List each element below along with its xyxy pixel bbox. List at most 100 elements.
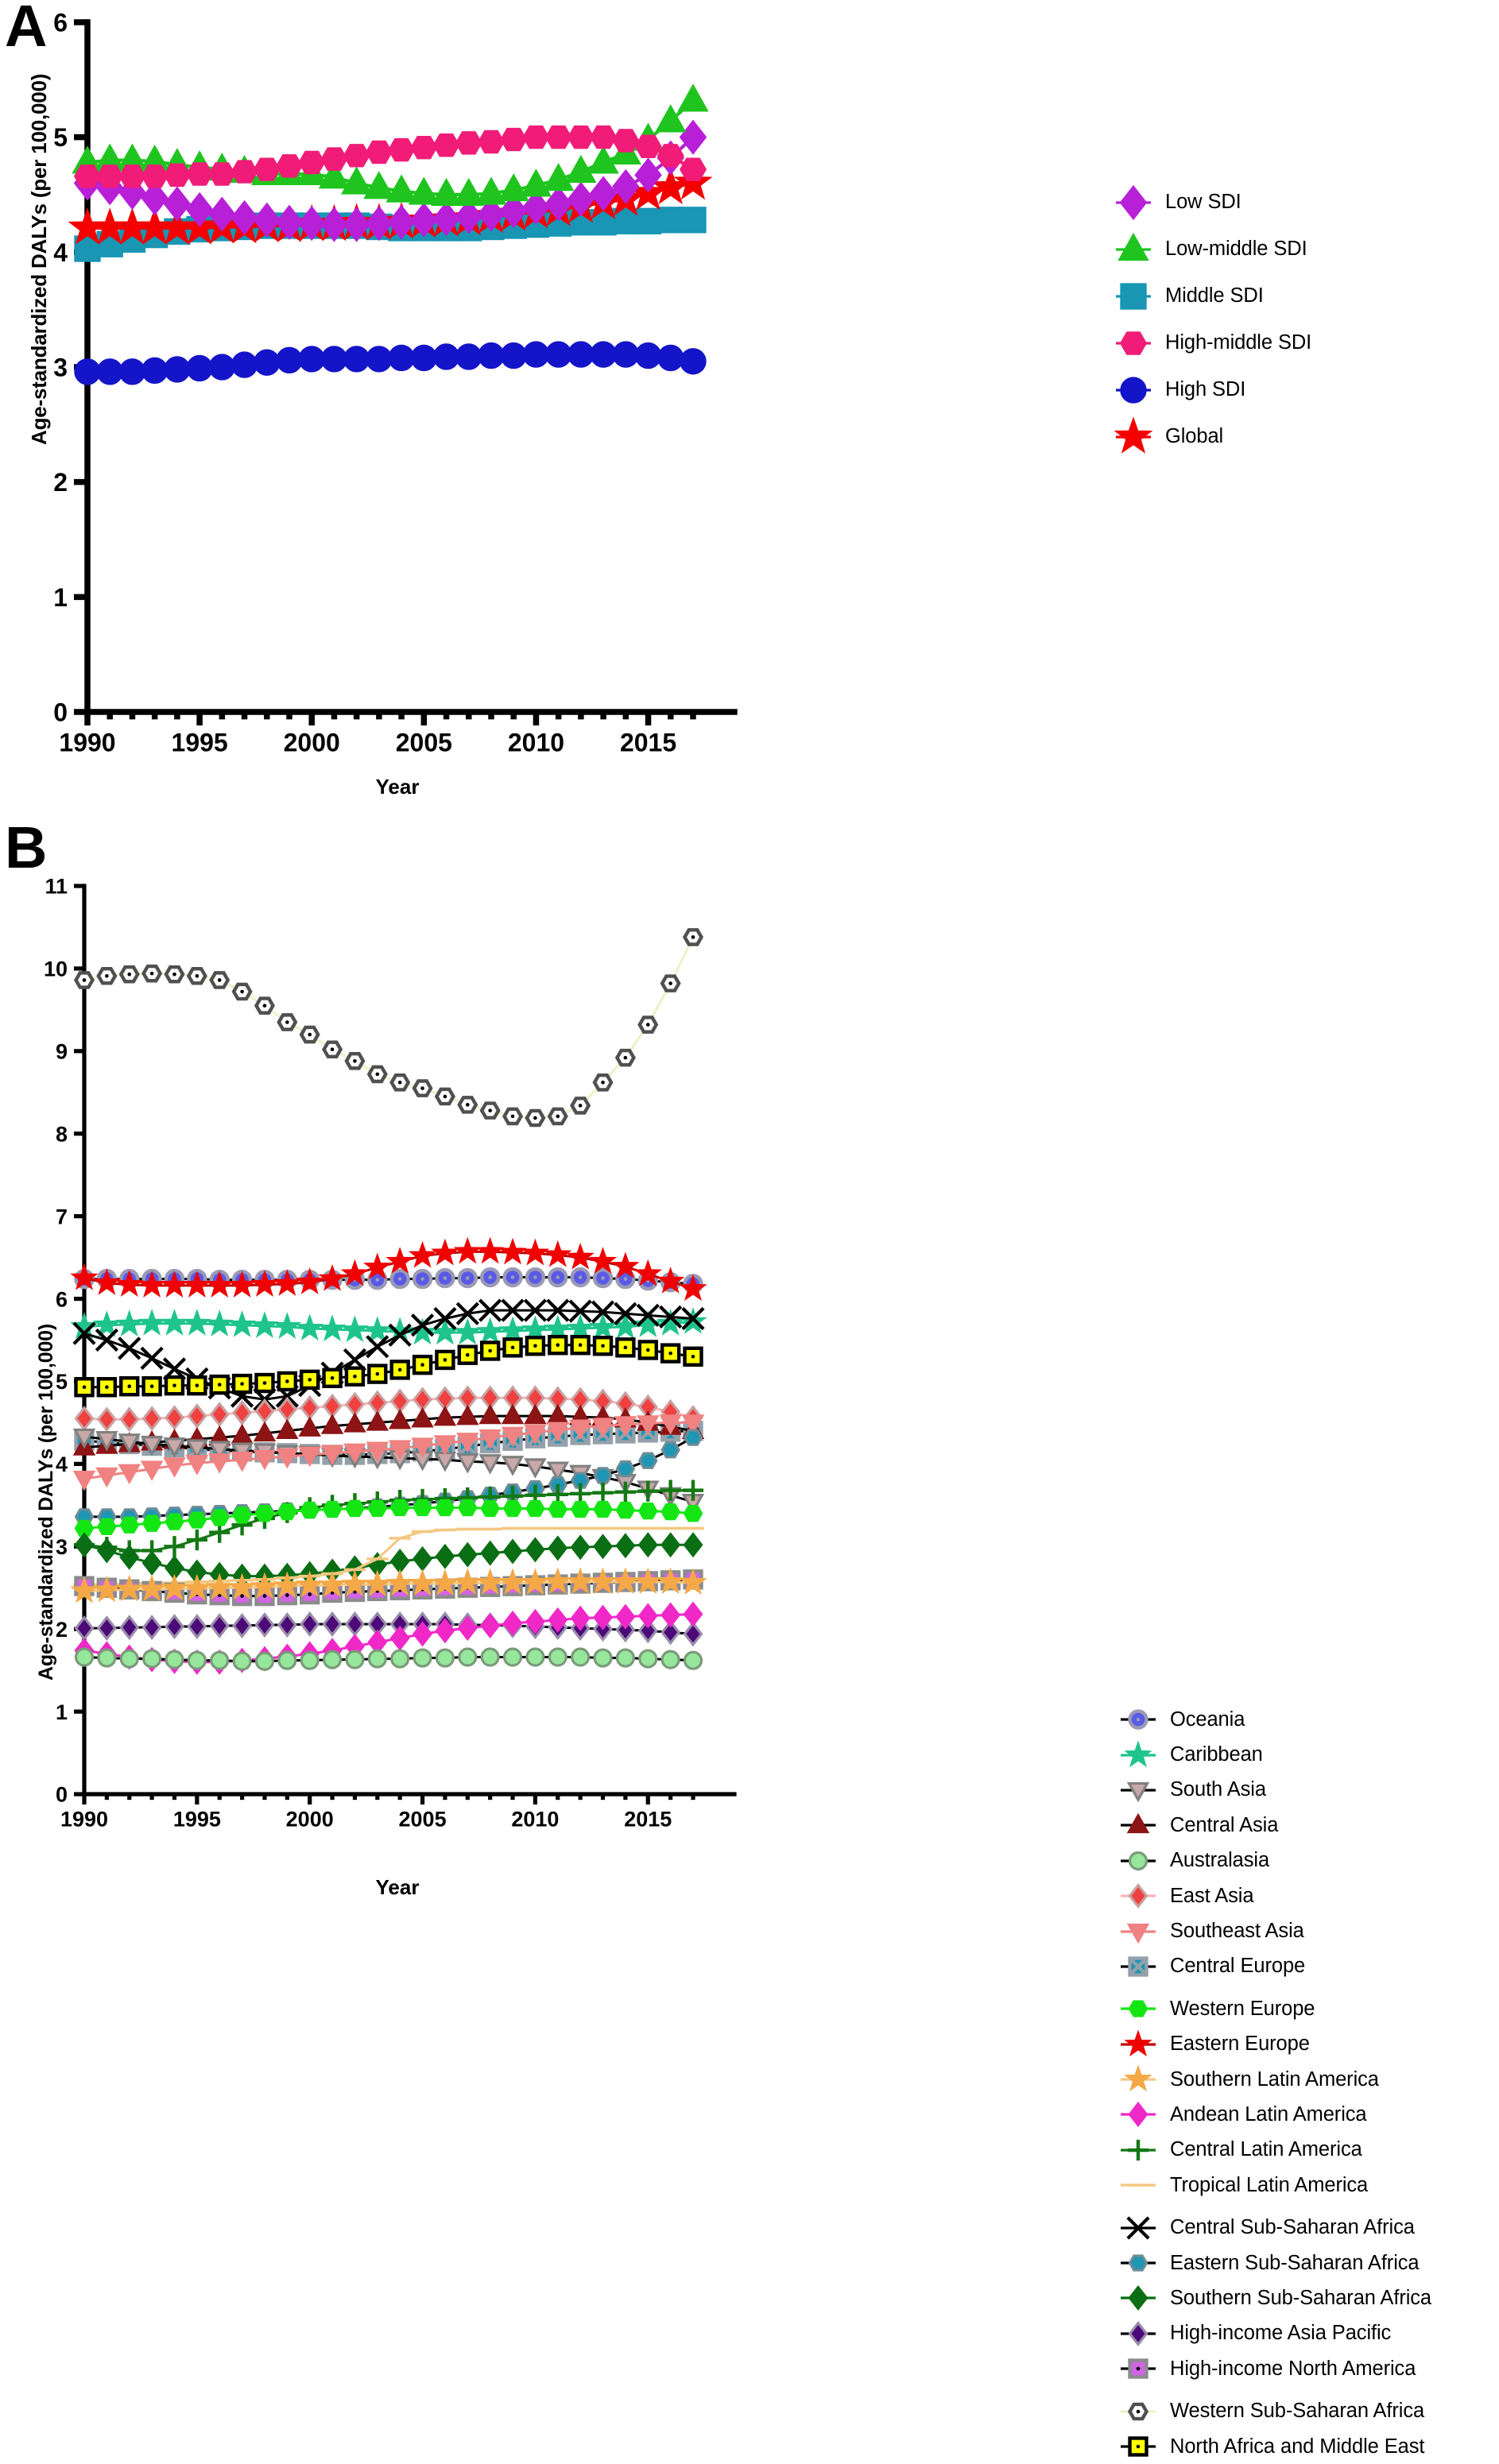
star5-icon bbox=[1117, 2064, 1162, 2093]
svg-text:2005: 2005 bbox=[396, 729, 452, 757]
hexagon-icon bbox=[1117, 1995, 1162, 2022]
square-x-icon bbox=[1117, 1953, 1162, 1980]
diamond-icon bbox=[1117, 2284, 1162, 2311]
legend-b-item-high-income-asia-pacific[interactable]: High-income Asia Pacific bbox=[1117, 2316, 1431, 2351]
svg-text:3: 3 bbox=[53, 354, 68, 382]
svg-text:8: 8 bbox=[56, 1122, 68, 1146]
legend-a-item-low-sdi[interactable]: Low SDI bbox=[1113, 179, 1311, 226]
legend-b-item-south-asia[interactable]: South Asia bbox=[1117, 1773, 1431, 1808]
hexagon-dot-icon bbox=[1117, 2398, 1162, 2425]
svg-text:4: 4 bbox=[53, 238, 68, 267]
legend-a-item-middle-sdi[interactable]: Middle SDI bbox=[1113, 273, 1311, 319]
legend-b-label: South Asia bbox=[1170, 1778, 1266, 1801]
legend-b-label: Central Latin America bbox=[1170, 2138, 1362, 2161]
triangle-up-icon bbox=[1113, 232, 1157, 263]
legend-b-label: Central Asia bbox=[1170, 1813, 1279, 1836]
cross-x-icon bbox=[1117, 2215, 1162, 2242]
panel-b-legend: Oceania Caribbean South Asia Central Asia Au… bbox=[1117, 1702, 1431, 2464]
legend-b-item-high-income-north-america[interactable]: High-income North America bbox=[1117, 2351, 1431, 2386]
legend-b-item-tropical-latin-america[interactable]: Tropical Latin America bbox=[1117, 2168, 1431, 2203]
legend-b-item-oceania[interactable]: Oceania bbox=[1117, 1702, 1431, 1737]
svg-text:1995: 1995 bbox=[172, 729, 228, 757]
legend-b-label: Western Europe bbox=[1170, 1997, 1315, 2020]
legend-b-item-central-latin-america[interactable]: Central Latin America bbox=[1117, 2133, 1431, 2168]
x-ticks: 1990 1995 2000 2005 2010 2015 bbox=[60, 1794, 695, 1832]
svg-text:1995: 1995 bbox=[173, 1808, 221, 1832]
panel-a-plot: 0 1 2 3 4 5 6 1990 1995 2000 2005 2010 2015 bbox=[53, 9, 738, 757]
legend-b-item-andean-latin-america[interactable]: Andean Latin America bbox=[1117, 2097, 1431, 2132]
line-icon bbox=[1117, 2172, 1162, 2199]
legend-b-label: Southern Sub-Saharan Africa bbox=[1170, 2286, 1432, 2309]
legend-b-item-southern-latin-america[interactable]: Southern Latin America bbox=[1117, 2062, 1431, 2097]
svg-text:2000: 2000 bbox=[284, 729, 340, 757]
plus-icon bbox=[1117, 2137, 1162, 2164]
legend-b-label: Caribbean bbox=[1170, 1743, 1263, 1766]
legend-b-item-central-sub-saharan-africa[interactable]: Central Sub-Saharan Africa bbox=[1117, 2210, 1431, 2245]
legend-b-item-western-europe[interactable]: Western Europe bbox=[1117, 1991, 1431, 2026]
svg-text:9: 9 bbox=[56, 1040, 68, 1064]
legend-b-label: Australasia bbox=[1170, 1849, 1270, 1872]
panel-a: A Age-standardized DALYs (per 100,000) Y… bbox=[0, 0, 1499, 799]
hexagon-icon bbox=[1117, 2249, 1162, 2276]
svg-text:1990: 1990 bbox=[60, 1808, 108, 1832]
legend-b-item-western-sub-saharan-africa[interactable]: Western Sub-Saharan Africa bbox=[1117, 2393, 1431, 2428]
series-australasia bbox=[74, 1647, 703, 1671]
legend-b-item-central-europe[interactable]: Central Europe bbox=[1117, 1949, 1431, 1984]
legend-b-item-australasia[interactable]: Australasia bbox=[1117, 1843, 1431, 1878]
legend-b-label: Oceania bbox=[1170, 1708, 1245, 1731]
legend-b-label: North Africa and Middle East bbox=[1170, 2435, 1425, 2458]
svg-text:5: 5 bbox=[56, 1370, 68, 1394]
legend-b-label: Central Europe bbox=[1170, 1955, 1306, 1978]
legend-b-item-southern-sub-saharan-africa[interactable]: Southern Sub-Saharan Africa bbox=[1117, 2280, 1431, 2315]
star5-icon bbox=[1117, 1739, 1162, 1769]
legend-b-label: High-income North America bbox=[1170, 2357, 1416, 2380]
svg-text:1990: 1990 bbox=[59, 729, 115, 757]
triangle-down-icon bbox=[1117, 1918, 1162, 1945]
svg-text:2: 2 bbox=[56, 1618, 68, 1642]
legend-b-item-southeast-asia[interactable]: Southeast Asia bbox=[1117, 1913, 1431, 1948]
legend-b-label: Tropical Latin America bbox=[1170, 2173, 1369, 2196]
diamond-icon bbox=[1113, 184, 1157, 220]
star5-icon bbox=[1117, 2029, 1162, 2058]
svg-text:0: 0 bbox=[56, 1783, 68, 1807]
legend-b-item-caribbean[interactable]: Caribbean bbox=[1117, 1737, 1431, 1772]
svg-text:2000: 2000 bbox=[286, 1808, 334, 1832]
svg-text:3: 3 bbox=[56, 1535, 68, 1559]
legend-b-label: High-income Asia Pacific bbox=[1170, 2322, 1392, 2345]
star5-icon bbox=[1113, 416, 1157, 454]
svg-text:1: 1 bbox=[56, 1700, 68, 1724]
svg-text:2010: 2010 bbox=[511, 1808, 559, 1832]
svg-text:2: 2 bbox=[53, 468, 68, 497]
triangle-up-icon bbox=[1117, 1812, 1162, 1839]
square-icon bbox=[1113, 282, 1157, 310]
x-ticks: 1990 1995 2000 2005 2010 2015 bbox=[59, 712, 696, 757]
legend-b-label: Southern Latin America bbox=[1170, 2068, 1379, 2091]
legend-b-item-eastern-sub-saharan-africa[interactable]: Eastern Sub-Saharan Africa bbox=[1117, 2245, 1431, 2280]
panel-a-legend: Low SDI Low-middle SDI Middle SDI High-midd… bbox=[1113, 179, 1311, 460]
diamond-icon bbox=[1117, 1882, 1162, 1909]
triangle-down-icon bbox=[1117, 1777, 1162, 1804]
legend-a-item-low-middle-sdi[interactable]: Low-middle SDI bbox=[1113, 226, 1311, 273]
legend-b-label: Andean Latin America bbox=[1170, 2102, 1367, 2126]
legend-a-item-high-middle-sdi[interactable]: High-middle SDI bbox=[1113, 319, 1311, 366]
panel-b: B Age-standardized DALYs (per 100,000) Y… bbox=[0, 795, 1499, 2458]
legend-b-item-central-asia[interactable]: Central Asia bbox=[1117, 1808, 1431, 1843]
legend-b-item-eastern-europe[interactable]: Eastern Europe bbox=[1117, 2027, 1431, 2062]
diamond-icon bbox=[1117, 2101, 1162, 2128]
legend-b-label: Western Sub-Saharan Africa bbox=[1170, 2400, 1425, 2423]
legend-a-label: Low-middle SDI bbox=[1165, 238, 1307, 260]
legend-b-item-north-africa-and-middle-east[interactable]: North Africa and Middle East bbox=[1117, 2429, 1431, 2464]
legend-a-label: High-middle SDI bbox=[1165, 331, 1312, 354]
svg-text:1: 1 bbox=[53, 583, 68, 612]
svg-text:0: 0 bbox=[53, 698, 68, 727]
legend-a-label: Global bbox=[1165, 425, 1224, 447]
svg-text:11: 11 bbox=[45, 875, 68, 899]
legend-a-item-global[interactable]: Global bbox=[1113, 413, 1311, 460]
svg-text:5: 5 bbox=[53, 123, 68, 152]
legend-a-item-high-sdi[interactable]: High SDI bbox=[1113, 366, 1311, 413]
series-high-sdi bbox=[74, 341, 707, 385]
svg-text:2005: 2005 bbox=[399, 1808, 447, 1832]
circle-dot-icon bbox=[1117, 1706, 1162, 1733]
svg-text:2010: 2010 bbox=[508, 729, 564, 757]
svg-text:6: 6 bbox=[53, 9, 68, 37]
